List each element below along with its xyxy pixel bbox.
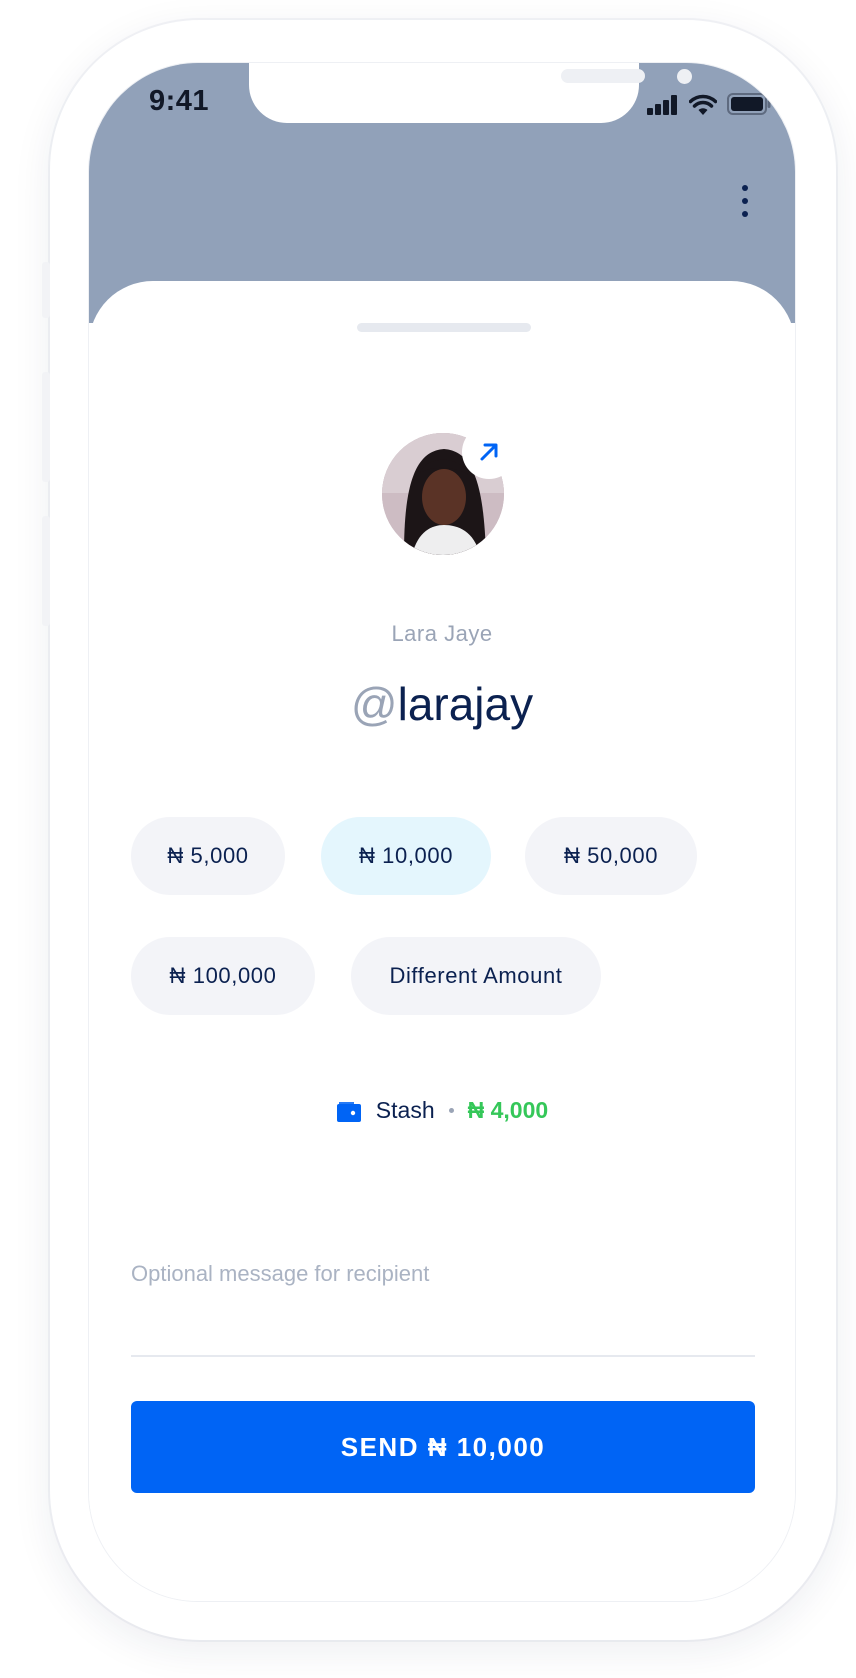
separator-dot bbox=[448, 1108, 454, 1113]
amount-chip-label: Different Amount bbox=[389, 963, 563, 988]
sheet-grabber[interactable] bbox=[357, 323, 531, 332]
more-vertical-icon bbox=[742, 185, 748, 191]
recipient-handle: @larajay bbox=[89, 677, 795, 731]
amount-chip-label: ₦ 100,000 bbox=[169, 963, 277, 988]
amount-chip[interactable]: ₦ 100,000 bbox=[131, 937, 315, 1015]
amount-chip-selected[interactable]: ₦ 10,000 bbox=[321, 817, 491, 895]
wallet-icon bbox=[336, 1101, 361, 1122]
arrow-up-right-icon bbox=[480, 443, 498, 461]
handle-text: larajay bbox=[397, 678, 534, 730]
status-icons bbox=[647, 93, 771, 115]
signal-icon bbox=[647, 95, 677, 115]
amount-chip-label: ₦ 10,000 bbox=[358, 843, 454, 868]
device-side-button bbox=[42, 372, 50, 482]
different-amount-chip[interactable]: Different Amount bbox=[351, 937, 601, 1015]
send-direction-badge bbox=[462, 425, 516, 479]
funding-source[interactable]: Stash ₦ 4,000 bbox=[89, 1097, 795, 1124]
funding-source-balance: ₦ 4,000 bbox=[467, 1097, 549, 1123]
phone-screen: 9:41 Lara Jaye @larajay ₦ 5,000 ₦ 10,000… bbox=[88, 62, 796, 1602]
handle-prefix: @ bbox=[350, 678, 398, 730]
battery-icon bbox=[727, 93, 771, 115]
device-side-button bbox=[42, 262, 50, 318]
more-options-button[interactable] bbox=[733, 181, 757, 221]
amount-chip-label: ₦ 5,000 bbox=[167, 843, 249, 868]
funding-source-label: Stash bbox=[375, 1097, 435, 1123]
amount-chip[interactable]: ₦ 50,000 bbox=[525, 817, 697, 895]
status-time: 9:41 bbox=[149, 85, 210, 117]
amount-chip[interactable]: ₦ 5,000 bbox=[131, 817, 285, 895]
recipient-name: Lara Jaye bbox=[391, 621, 493, 646]
send-money-sheet: Lara Jaye @larajay ₦ 5,000 ₦ 10,000 ₦ 50… bbox=[89, 281, 795, 1601]
device-side-button bbox=[42, 516, 50, 626]
message-input[interactable] bbox=[131, 1251, 755, 1357]
camera bbox=[677, 69, 692, 84]
notch bbox=[249, 63, 692, 123]
speaker bbox=[561, 69, 645, 83]
wifi-icon bbox=[689, 94, 717, 115]
send-button[interactable]: SEND ₦ 10,000 bbox=[131, 1401, 755, 1493]
amount-chip-label: ₦ 50,000 bbox=[563, 843, 659, 868]
